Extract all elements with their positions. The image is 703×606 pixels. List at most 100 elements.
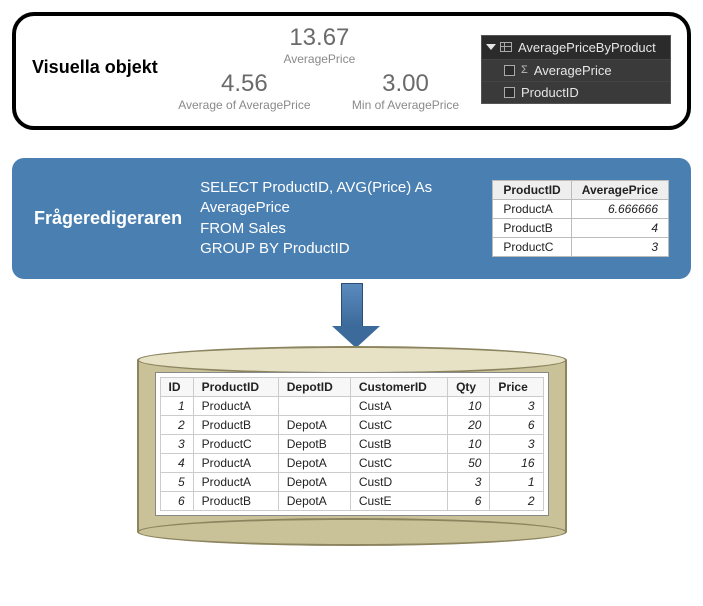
cylinder-top <box>137 346 567 374</box>
cell: 4 <box>160 454 193 473</box>
cell: 6 <box>448 492 490 511</box>
fields-measure-name: AveragePrice <box>534 63 612 78</box>
checkbox-icon[interactable] <box>504 87 515 98</box>
col-header: ID <box>160 378 193 397</box>
stat-value: 4.56 <box>178 72 310 96</box>
col-header: DepotID <box>278 378 350 397</box>
database-cylinder: ID ProductID DepotID CustomerID Qty Pric… <box>12 346 691 546</box>
cell: 5 <box>160 473 193 492</box>
checkbox-icon[interactable] <box>504 65 515 76</box>
visual-stats: 13.67 AveragePrice 4.56 Average of Avera… <box>174 26 465 112</box>
table-row: ProductID AveragePrice <box>493 181 669 200</box>
col-header: AveragePrice <box>571 181 668 200</box>
table-row: 5 ProductA DepotA CustD 3 1 <box>160 473 543 492</box>
arrow-shaft <box>341 283 363 327</box>
cell: 1 <box>160 397 193 416</box>
cell: 16 <box>490 454 543 473</box>
cell: CustE <box>350 492 447 511</box>
cell: 20 <box>448 416 490 435</box>
table-row: ID ProductID DepotID CustomerID Qty Pric… <box>160 378 543 397</box>
col-header: Price <box>490 378 543 397</box>
cell: CustC <box>350 454 447 473</box>
fields-row-measure[interactable]: Σ AveragePrice <box>482 59 670 81</box>
cell: ProductA <box>193 473 278 492</box>
cell: 3 <box>490 435 543 454</box>
cell: 2 <box>160 416 193 435</box>
fields-table-header[interactable]: AveragePriceByProduct <box>482 36 670 59</box>
cell: ProductA <box>193 397 278 416</box>
cell-pid: ProductB <box>493 219 571 238</box>
cell: DepotA <box>278 454 350 473</box>
table-row: 1 ProductA CustA 10 3 <box>160 397 543 416</box>
sql-line: GROUP BY ProductID <box>200 239 474 259</box>
cell: ProductB <box>193 416 278 435</box>
visual-objects-card: Visuella objekt 13.67 AveragePrice 4.56 … <box>12 12 691 130</box>
cell: 50 <box>448 454 490 473</box>
cell: 6 <box>490 416 543 435</box>
cell: ProductA <box>193 454 278 473</box>
table-row: 4 ProductA DepotA CustC 50 16 <box>160 454 543 473</box>
cell: 10 <box>448 435 490 454</box>
cylinder-bottom <box>137 518 567 546</box>
cell: 2 <box>490 492 543 511</box>
cell: 6 <box>160 492 193 511</box>
stat-min-of-avg: 3.00 Min of AveragePrice <box>351 72 461 112</box>
cell: ProductC <box>193 435 278 454</box>
visual-objects-title: Visuella objekt <box>32 57 158 78</box>
sigma-icon: Σ <box>521 64 528 76</box>
sql-line: SELECT ProductID, AVG(Price) As <box>200 178 474 198</box>
cell: 3 <box>490 397 543 416</box>
table-row: 6 ProductB DepotA CustE 6 2 <box>160 492 543 511</box>
stat-label: Average of AveragePrice <box>178 98 310 112</box>
arrow-down-icon <box>332 326 380 348</box>
cell-pid: ProductA <box>493 200 571 219</box>
sales-table: ID ProductID DepotID CustomerID Qty Pric… <box>160 377 544 511</box>
cell: DepotB <box>278 435 350 454</box>
stat-value: 13.67 <box>264 26 374 50</box>
sql-line: AveragePrice <box>200 198 474 218</box>
stat-average-price: 13.67 AveragePrice <box>264 26 374 66</box>
table-row: 3 ProductC DepotB CustB 10 3 <box>160 435 543 454</box>
cell: CustB <box>350 435 447 454</box>
stat-label: Min of AveragePrice <box>351 98 461 112</box>
table-row: 2 ProductB DepotA CustC 20 6 <box>160 416 543 435</box>
flow-arrow <box>12 283 691 348</box>
col-header: CustomerID <box>350 378 447 397</box>
stat-avg-of-avg: 4.56 Average of AveragePrice <box>178 72 310 112</box>
cell: DepotA <box>278 416 350 435</box>
cell-avg: 3 <box>571 238 668 257</box>
col-header: ProductID <box>493 181 571 200</box>
fields-pane: AveragePriceByProduct Σ AveragePrice Pro… <box>481 35 671 104</box>
col-header: Qty <box>448 378 490 397</box>
cell: 1 <box>490 473 543 492</box>
cell: CustC <box>350 416 447 435</box>
cell: ProductB <box>193 492 278 511</box>
query-editor-card: Frågeredigeraren SELECT ProductID, AVG(P… <box>12 158 691 279</box>
cell: CustA <box>350 397 447 416</box>
sql-text: SELECT ProductID, AVG(Price) As AverageP… <box>200 178 474 259</box>
cell: 3 <box>448 473 490 492</box>
fields-column-name: ProductID <box>521 85 579 100</box>
fields-row-column[interactable]: ProductID <box>482 81 670 103</box>
table-row: ProductC 3 <box>493 238 669 257</box>
stat-value: 3.00 <box>351 72 461 96</box>
sql-line: FROM Sales <box>200 219 474 239</box>
sales-table-container: ID ProductID DepotID CustomerID Qty Pric… <box>155 372 549 516</box>
col-header: ProductID <box>193 378 278 397</box>
cell: 10 <box>448 397 490 416</box>
fields-table-name: AveragePriceByProduct <box>518 40 656 55</box>
query-editor-title: Frågeredigeraren <box>34 208 182 229</box>
table-row: ProductB 4 <box>493 219 669 238</box>
cell: CustD <box>350 473 447 492</box>
expand-icon <box>486 44 496 50</box>
query-result-table: ProductID AveragePrice ProductA 6.666666… <box>492 180 669 257</box>
cell-avg: 6.666666 <box>571 200 668 219</box>
cell: 3 <box>160 435 193 454</box>
cell-avg: 4 <box>571 219 668 238</box>
cell <box>278 397 350 416</box>
table-row: ProductA 6.666666 <box>493 200 669 219</box>
table-icon <box>500 42 512 52</box>
cell: DepotA <box>278 492 350 511</box>
cell-pid: ProductC <box>493 238 571 257</box>
stat-label: AveragePrice <box>264 52 374 66</box>
